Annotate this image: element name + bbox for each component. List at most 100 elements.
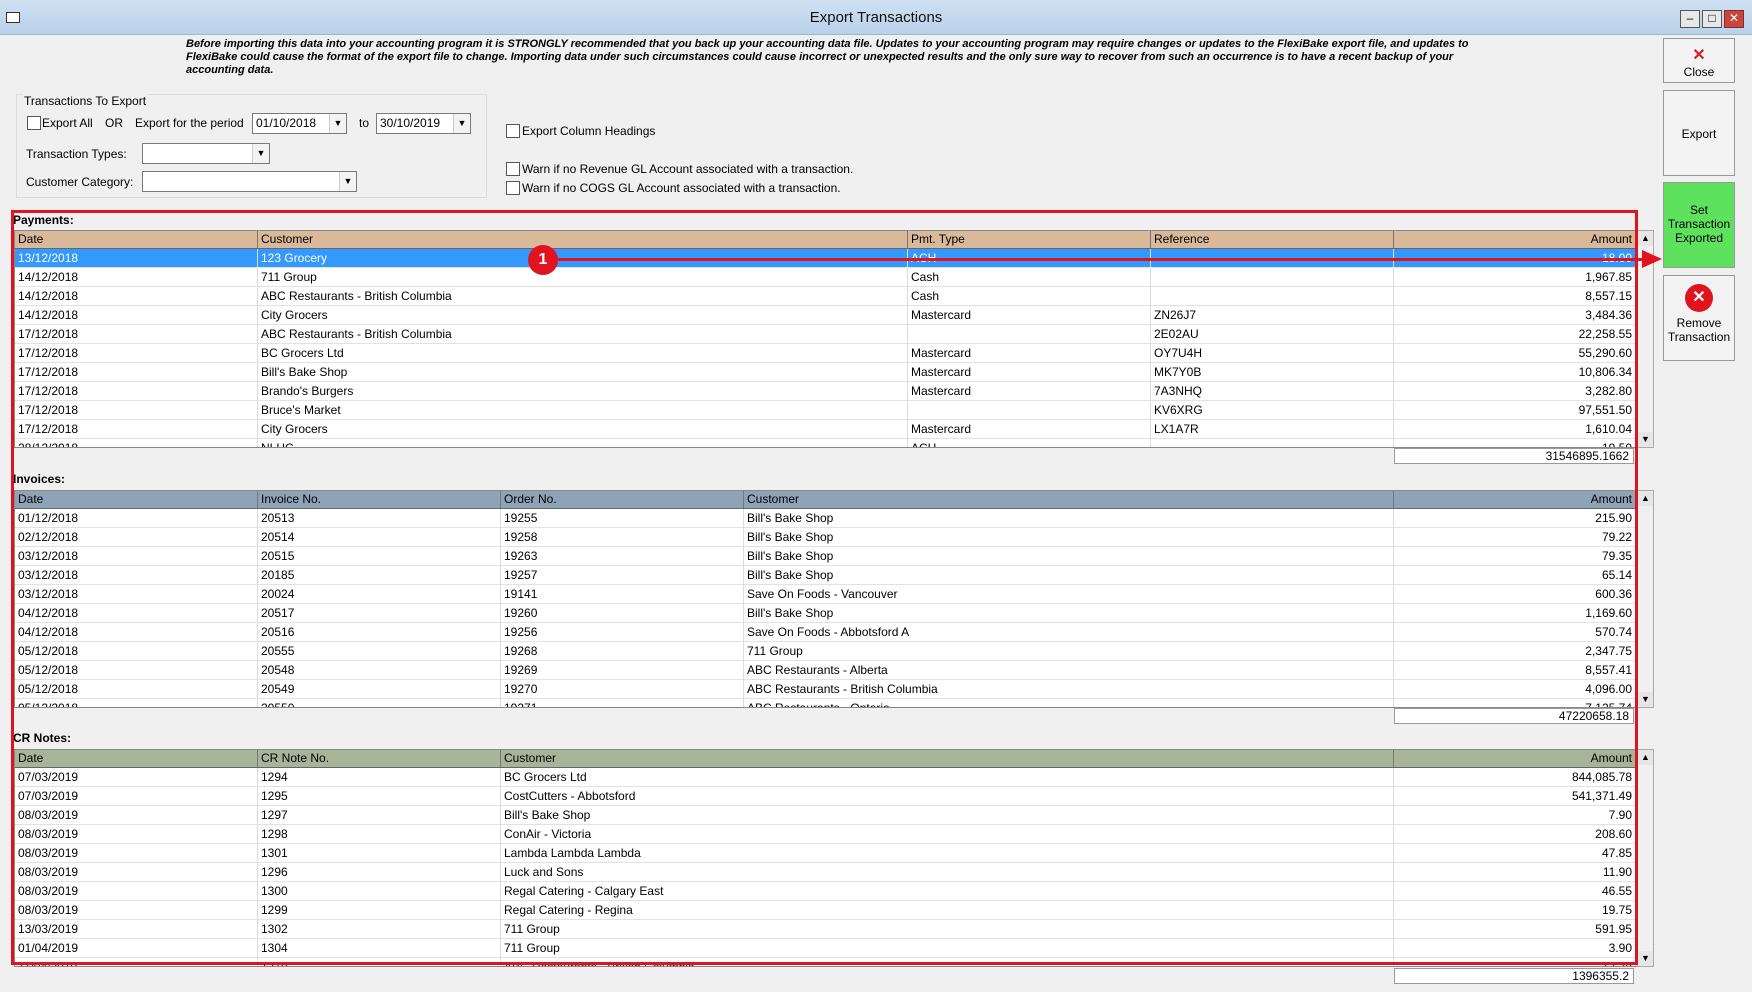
chevron-down-icon[interactable]: ▼	[453, 114, 470, 133]
table-cell: 570.74	[1394, 623, 1636, 641]
table-row[interactable]: 14/12/2018 City Grocers Mastercard ZN26J7 3,…	[15, 306, 1637, 325]
table-cell: MK7Y0B	[1151, 363, 1394, 381]
col-amount[interactable]: Amount	[1394, 231, 1636, 248]
table-cell: 14/12/2018	[15, 287, 258, 305]
table-cell: 20513	[258, 509, 501, 527]
table-cell: Bill's Bake Shop	[744, 509, 1394, 527]
table-row[interactable]: 08/03/2019 1300 Regal Catering - Calgary E…	[15, 882, 1637, 901]
table-row[interactable]: 08/03/2019 1298 ConAir - Victoria 208.60	[15, 825, 1637, 844]
col-reference[interactable]: Reference	[1151, 231, 1394, 248]
col-amount[interactable]: Amount	[1394, 491, 1636, 508]
table-row[interactable]: 03/12/2018 20515 19263 Bill's Bake Shop 79.3…	[15, 547, 1637, 566]
table-cell: 541,371.49	[1394, 787, 1636, 805]
table-row[interactable]: 07/03/2019 1294 BC Grocers Ltd 844,085.78	[15, 768, 1637, 787]
scroll-down-icon[interactable]: ▼	[1638, 951, 1653, 966]
warn-revenue-checkbox[interactable]	[506, 162, 520, 176]
table-row[interactable]: 14/12/2018 711 Group Cash 1,967.85	[15, 268, 1637, 287]
set-transaction-exported-button[interactable]: Set Transaction Exported	[1663, 182, 1735, 268]
table-cell: Mastercard	[908, 382, 1151, 400]
table-row[interactable]: 07/03/2019 1295 CostCutters - Abbotsford 54…	[15, 787, 1637, 806]
table-cell: 17/12/2018	[15, 363, 258, 381]
table-row[interactable]: 01/04/2019 1304 711 Group 3.90	[15, 939, 1637, 958]
table-cell: 1310	[258, 958, 501, 966]
minimize-button[interactable]: –	[1680, 10, 1700, 28]
col-amount[interactable]: Amount	[1394, 750, 1636, 767]
table-row[interactable]: 17/12/2018 Brando's Burgers Mastercard 7A3N…	[15, 382, 1637, 401]
table-cell: ZN26J7	[1151, 306, 1394, 324]
period-to-date[interactable]: 30/10/2019 ▼	[376, 113, 471, 134]
col-cr-note-no[interactable]: CR Note No.	[258, 750, 501, 767]
maximize-button[interactable]: □	[1702, 10, 1722, 28]
table-row[interactable]: 08/03/2019 1299 Regal Catering - Regina 19.…	[15, 901, 1637, 920]
crnotes-scrollbar[interactable]: ▲ ▼	[1637, 749, 1654, 967]
window-close-button[interactable]: ✕	[1724, 10, 1744, 28]
col-date[interactable]: Date	[15, 750, 258, 767]
table-cell: NLHC	[258, 439, 908, 447]
table-cell: Bruce's Market	[258, 401, 908, 419]
chevron-down-icon[interactable]: ▼	[252, 144, 269, 163]
table-row[interactable]: 05/12/2018 20549 19270 ABC Restaurants - Br…	[15, 680, 1637, 699]
table-row[interactable]: 04/12/2018 20517 19260 Bill's Bake Shop 1,16…	[15, 604, 1637, 623]
table-row[interactable]: 17/12/2018 ABC Restaurants - British Colu…	[15, 325, 1637, 344]
close-label: Close	[1683, 65, 1715, 79]
table-cell: 7A3NHQ	[1151, 382, 1394, 400]
warn-cogs-checkbox[interactable]	[506, 181, 520, 195]
col-invoice-no[interactable]: Invoice No.	[258, 491, 501, 508]
export-all-checkbox[interactable]	[27, 116, 41, 130]
table-row[interactable]: 14/12/2018 ABC Restaurants - British Colu…	[15, 287, 1637, 306]
chevron-down-icon[interactable]: ▼	[339, 172, 356, 191]
table-row[interactable]: 17/12/2018 BC Grocers Ltd Mastercard OY7U4H…	[15, 344, 1637, 363]
table-row[interactable]: 08/03/2019 1296 Luck and Sons 11.90	[15, 863, 1637, 882]
period-from-date[interactable]: 01/10/2018 ▼	[252, 113, 347, 134]
col-order-no[interactable]: Order No.	[501, 491, 744, 508]
customer-category-select[interactable]: ▼	[142, 171, 357, 192]
export-button[interactable]: Export	[1663, 90, 1735, 176]
table-row[interactable]: 17/12/2018 Bruce's Market KV6XRG 97,551.50	[15, 401, 1637, 420]
table-row[interactable]: 28/12/2018 NLHC ACH 19.50	[15, 439, 1637, 447]
table-row[interactable]: 13/03/2019 1302 711 Group 591.95	[15, 920, 1637, 939]
table-cell: 55,290.60	[1394, 344, 1636, 362]
scroll-down-icon[interactable]: ▼	[1638, 432, 1653, 447]
transaction-types-select[interactable]: ▼	[142, 143, 270, 164]
scroll-up-icon[interactable]: ▲	[1638, 231, 1653, 246]
table-cell: 19257	[501, 566, 744, 584]
table-row[interactable]: 05/12/2018 20548 19269 ABC Restaurants - Al…	[15, 661, 1637, 680]
table-cell: ABC Restaurants - Ontario	[744, 699, 1394, 707]
table-cell: 19260	[501, 604, 744, 622]
table-row[interactable]: 03/12/2018 20185 19257 Bill's Bake Shop 65.1…	[15, 566, 1637, 585]
table-cell: 08/03/2019	[15, 806, 258, 824]
table-row[interactable]: 17/12/2018 City Grocers Mastercard LX1A7R 1,…	[15, 420, 1637, 439]
table-row[interactable]: 02/12/2018 20514 19258 Bill's Bake Shop 79.2…	[15, 528, 1637, 547]
col-date[interactable]: Date	[15, 491, 258, 508]
table-row[interactable]: 17/12/2018 Bill's Bake Shop Mastercard MK7Y…	[15, 363, 1637, 382]
invoices-scrollbar[interactable]: ▲ ▼	[1637, 490, 1654, 708]
table-cell: LX1A7R	[1151, 420, 1394, 438]
col-date[interactable]: Date	[15, 231, 258, 248]
table-row[interactable]: 01/12/2018 20513 19255 Bill's Bake Shop 215.…	[15, 509, 1637, 528]
crnotes-grid: Date CR Note No. Customer Amount 07/03/2…	[14, 749, 1638, 967]
table-cell: 03/12/2018	[15, 585, 258, 603]
scroll-down-icon[interactable]: ▼	[1638, 692, 1653, 707]
table-row[interactable]: 03/12/2018 20024 19141 Save On Foods - Vanc…	[15, 585, 1637, 604]
remove-transaction-button[interactable]: ✕ Remove Transaction	[1663, 275, 1735, 361]
export-column-headings-checkbox[interactable]	[506, 124, 520, 138]
chevron-down-icon[interactable]: ▼	[329, 114, 346, 133]
col-customer[interactable]: Customer	[501, 750, 1394, 767]
table-row[interactable]: 08/03/2019 1297 Bill's Bake Shop 7.90	[15, 806, 1637, 825]
table-row[interactable]: 11/04/2019 1310 ABC Restaurants - British …	[15, 958, 1637, 966]
table-cell: 1297	[258, 806, 501, 824]
col-customer[interactable]: Customer	[258, 231, 908, 248]
col-pmt-type[interactable]: Pmt. Type	[908, 231, 1151, 248]
table-row[interactable]: 04/12/2018 20516 19256 Save On Foods - Abbo…	[15, 623, 1637, 642]
table-row[interactable]: 08/03/2019 1301 Lambda Lambda Lambda 47.85	[15, 844, 1637, 863]
table-cell: 17/12/2018	[15, 344, 258, 362]
table-cell: 1,967.85	[1394, 268, 1636, 286]
close-button[interactable]: ✕ Close	[1663, 38, 1735, 83]
table-cell: 19.75	[1394, 901, 1636, 919]
scroll-up-icon[interactable]: ▲	[1638, 491, 1653, 506]
payments-title: Payments:	[13, 213, 74, 227]
table-row[interactable]: 05/12/2018 20555 19268 711 Group 2,347.75	[15, 642, 1637, 661]
table-row[interactable]: 05/12/2018 20550 19271 ABC Restaurants - On…	[15, 699, 1637, 707]
scroll-up-icon[interactable]: ▲	[1638, 750, 1653, 765]
col-customer[interactable]: Customer	[744, 491, 1394, 508]
